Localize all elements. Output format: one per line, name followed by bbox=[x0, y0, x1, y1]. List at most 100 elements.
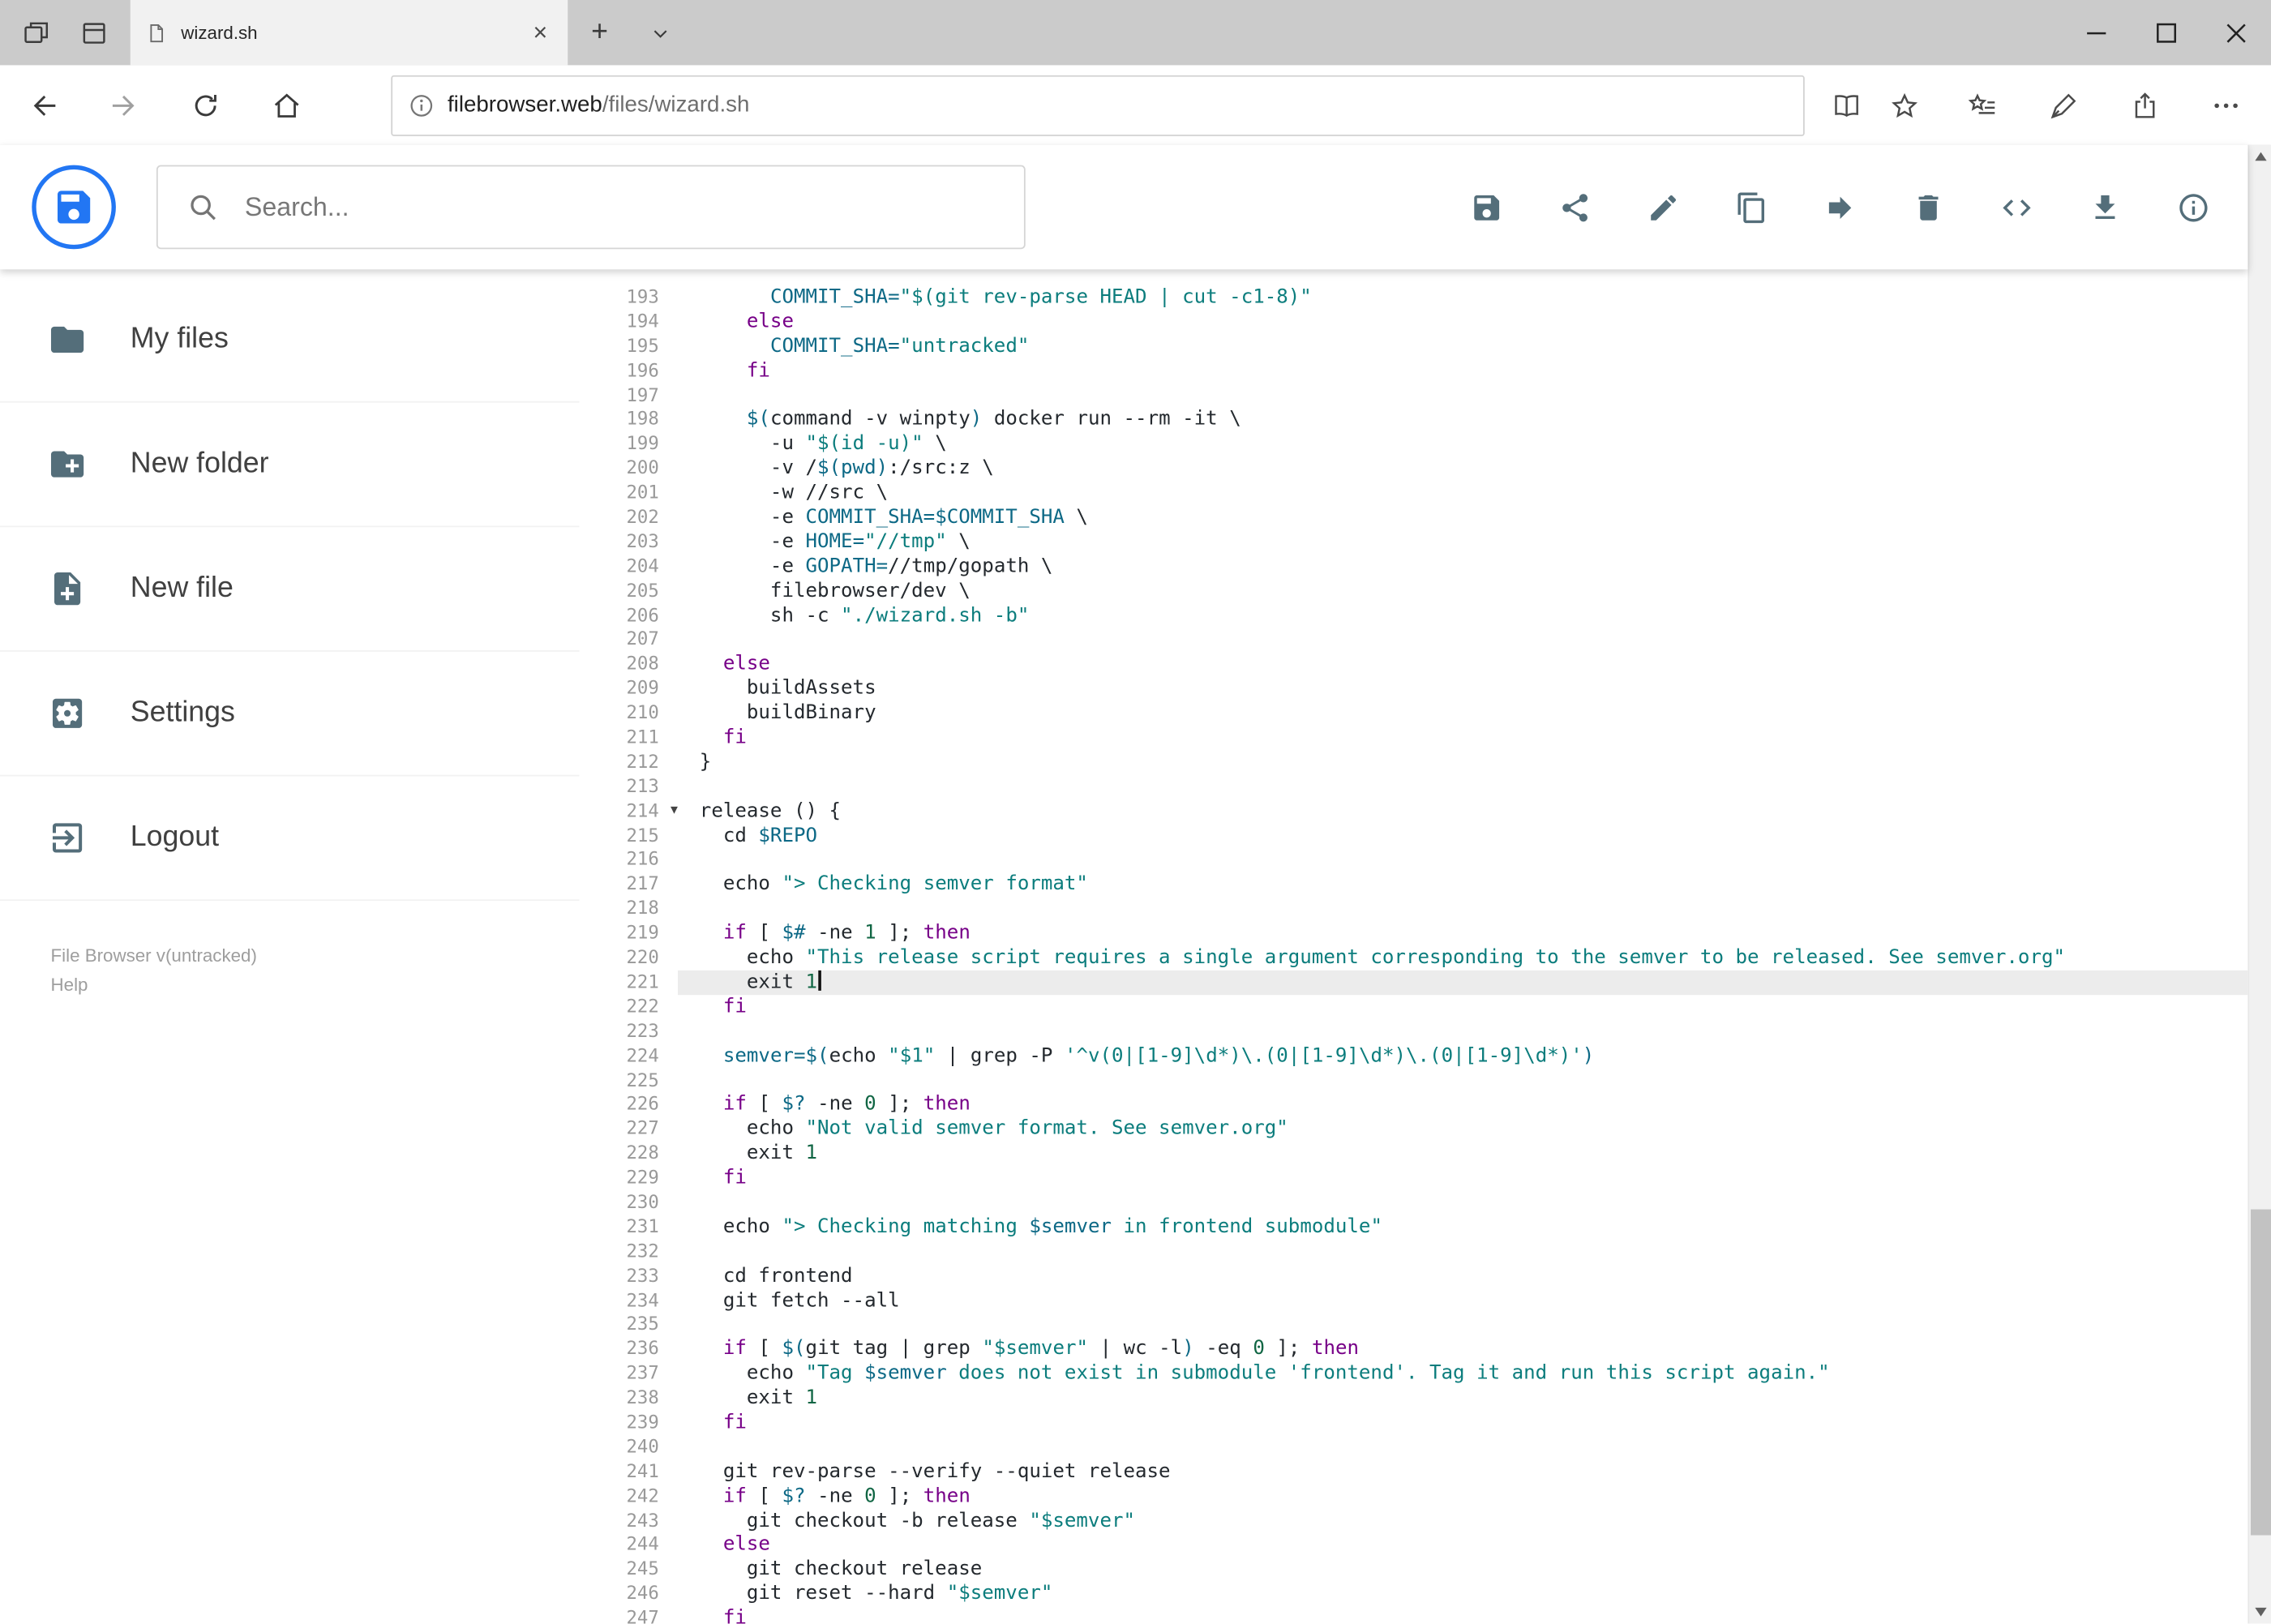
scrollbar-thumb[interactable] bbox=[2250, 1209, 2271, 1536]
code-line[interactable]: 196 fi bbox=[580, 358, 2248, 383]
code-line[interactable]: 239 fi bbox=[580, 1411, 2248, 1435]
code-line[interactable]: 230 bbox=[580, 1190, 2248, 1215]
copy-button[interactable] bbox=[1733, 190, 1768, 225]
code-line[interactable]: 210 buildBinary bbox=[580, 701, 2248, 726]
tab-list-chevron-icon[interactable] bbox=[632, 0, 689, 65]
vertical-scrollbar[interactable] bbox=[2247, 144, 2271, 1624]
code-line[interactable]: 216 bbox=[580, 848, 2248, 872]
search-input[interactable] bbox=[242, 190, 996, 224]
save-button[interactable] bbox=[1468, 190, 1503, 225]
help-link[interactable]: Help bbox=[51, 971, 580, 1000]
code-line[interactable]: 223 bbox=[580, 1019, 2248, 1043]
share-icon[interactable] bbox=[2126, 86, 2163, 123]
code-line[interactable]: 204 -e GOPATH=//tmp/gopath \ bbox=[580, 555, 2248, 579]
forward-button[interactable] bbox=[96, 76, 153, 134]
code-line[interactable]: 195 COMMIT_SHA="untracked" bbox=[580, 334, 2248, 358]
code-line[interactable]: 244 else bbox=[580, 1533, 2248, 1558]
sidebar-item-new-file[interactable]: New file bbox=[0, 527, 580, 652]
code-editor[interactable]: 193 COMMIT_SHA="$(git rev-parse HEAD | c… bbox=[579, 269, 2248, 1624]
code-line[interactable]: 215 cd $REPO bbox=[580, 824, 2248, 848]
code-line[interactable]: 197 bbox=[580, 384, 2248, 408]
code-line[interactable]: 233 cd frontend bbox=[580, 1264, 2248, 1288]
code-line[interactable]: 226 if [ $? -ne 0 ]; then bbox=[580, 1093, 2248, 1117]
code-line[interactable]: 227 echo "Not valid semver format. See s… bbox=[580, 1117, 2248, 1142]
rename-button[interactable] bbox=[1645, 190, 1680, 225]
fold-marker-icon[interactable]: ▾ bbox=[671, 800, 678, 821]
active-tab[interactable]: wizard.sh × bbox=[130, 0, 568, 66]
code-line[interactable]: 240 bbox=[580, 1435, 2248, 1459]
move-button[interactable] bbox=[1822, 190, 1857, 225]
code-line[interactable]: 198 $(command -v winpty) docker run --rm… bbox=[580, 408, 2248, 432]
code-line[interactable]: 231 echo "> Checking matching $semver in… bbox=[580, 1215, 2248, 1239]
code-line[interactable]: 238 exit 1 bbox=[580, 1386, 2248, 1411]
scroll-down-icon[interactable] bbox=[2249, 1600, 2271, 1624]
code-line[interactable]: 206 sh -c "./wizard.sh -b" bbox=[580, 603, 2248, 628]
code-line[interactable]: 246 git reset --hard "$semver" bbox=[580, 1582, 2248, 1606]
code-line[interactable]: 213 bbox=[580, 774, 2248, 799]
web-note-pen-icon[interactable] bbox=[2045, 86, 2082, 123]
info-button[interactable] bbox=[2175, 190, 2210, 225]
code-line[interactable]: 217 echo "> Checking semver format" bbox=[580, 872, 2248, 897]
reading-view-icon[interactable] bbox=[1828, 86, 1865, 123]
search-box[interactable] bbox=[156, 165, 1026, 250]
code-line[interactable]: 243 git checkout -b release "$semver" bbox=[580, 1509, 2248, 1533]
code-line[interactable]: 237 echo "Tag $semver does not exist in … bbox=[580, 1362, 2248, 1386]
code-line[interactable]: 234 git fetch --all bbox=[580, 1288, 2248, 1313]
maximize-button[interactable] bbox=[2132, 0, 2202, 65]
code-line[interactable]: 232 bbox=[580, 1240, 2248, 1264]
code-line[interactable]: 193 COMMIT_SHA="$(git rev-parse HEAD | c… bbox=[580, 285, 2248, 310]
code-line[interactable]: 235 bbox=[580, 1313, 2248, 1337]
sidebar-item-logout[interactable]: Logout bbox=[0, 776, 580, 902]
code-line[interactable]: 207 bbox=[580, 628, 2248, 652]
share-button[interactable] bbox=[1557, 190, 1592, 225]
scroll-up-icon[interactable] bbox=[2249, 145, 2271, 169]
code-line[interactable]: 205 filebrowser/dev \ bbox=[580, 579, 2248, 603]
code-line[interactable]: 218 bbox=[580, 897, 2248, 921]
download-button[interactable] bbox=[2087, 190, 2122, 225]
code-line[interactable]: 212} bbox=[580, 750, 2248, 774]
code-line[interactable]: 236 if [ $(git tag | grep "$semver" | wc… bbox=[580, 1337, 2248, 1361]
code-line[interactable]: 228 exit 1 bbox=[580, 1142, 2248, 1166]
close-tab-icon[interactable]: × bbox=[527, 20, 553, 45]
refresh-button[interactable] bbox=[177, 76, 234, 134]
code-line[interactable]: 219 if [ $# -ne 1 ]; then bbox=[580, 921, 2248, 945]
back-button[interactable] bbox=[15, 76, 72, 134]
home-button[interactable] bbox=[258, 76, 315, 134]
favorite-star-icon[interactable] bbox=[1886, 86, 1923, 123]
code-line[interactable]: 203 -e HOME="//tmp" \ bbox=[580, 530, 2248, 555]
code-line[interactable]: 211 fi bbox=[580, 726, 2248, 750]
settings-more-icon[interactable] bbox=[2207, 86, 2244, 123]
code-line[interactable]: 229 fi bbox=[580, 1166, 2248, 1190]
close-window-button[interactable] bbox=[2201, 0, 2271, 65]
code-line[interactable]: 194 else bbox=[580, 310, 2248, 334]
tabs-aside-icon[interactable] bbox=[17, 14, 54, 51]
code-line[interactable]: 245 git checkout release bbox=[580, 1558, 2248, 1582]
sidebar-item-new-folder[interactable]: New folder bbox=[0, 403, 580, 528]
delete-button[interactable] bbox=[1910, 190, 1945, 225]
code-line[interactable]: 242 if [ $? -ne 0 ]; then bbox=[580, 1484, 2248, 1508]
sidebar-item-settings[interactable]: Settings bbox=[0, 652, 580, 777]
code-line[interactable]: 202 -e COMMIT_SHA=$COMMIT_SHA \ bbox=[580, 505, 2248, 529]
code-line[interactable]: 214 ▾ release () { bbox=[580, 799, 2248, 824]
sidebar-item-my-files[interactable]: My files bbox=[0, 278, 580, 403]
code-line[interactable]: 221 exit 1 bbox=[580, 970, 2248, 995]
code-line[interactable]: 225 bbox=[580, 1068, 2248, 1092]
code-line[interactable]: 200 -v /$(pwd):/src:z \ bbox=[580, 456, 2248, 481]
code-line[interactable]: 208 else bbox=[580, 652, 2248, 676]
code-line[interactable]: 199 -u "$(id -u)" \ bbox=[580, 432, 2248, 456]
code-line[interactable]: 220 echo "This release script requires a… bbox=[580, 946, 2248, 971]
filebrowser-logo[interactable] bbox=[32, 165, 116, 250]
code-line[interactable]: 241 git rev-parse --verify --quiet relea… bbox=[580, 1459, 2248, 1484]
code-line[interactable]: 247 fi bbox=[580, 1606, 2248, 1623]
hub-icon[interactable] bbox=[1964, 86, 2001, 123]
code-line[interactable]: 224 semver=$(echo "$1" | grep -P '^v(0|[… bbox=[580, 1043, 2248, 1068]
code-line[interactable]: 209 buildAssets bbox=[580, 677, 2248, 701]
page-info-icon[interactable] bbox=[407, 91, 436, 120]
new-tab-button[interactable]: + bbox=[568, 0, 632, 65]
minimize-button[interactable] bbox=[2063, 0, 2132, 65]
code-line[interactable]: 201 -w //src \ bbox=[580, 481, 2248, 505]
code-line[interactable]: 222 fi bbox=[580, 995, 2248, 1019]
tab-preview-icon[interactable] bbox=[75, 14, 113, 51]
code-button[interactable] bbox=[1999, 190, 2033, 225]
url-box[interactable]: filebrowser.web/files/wizard.sh bbox=[391, 74, 1805, 136]
